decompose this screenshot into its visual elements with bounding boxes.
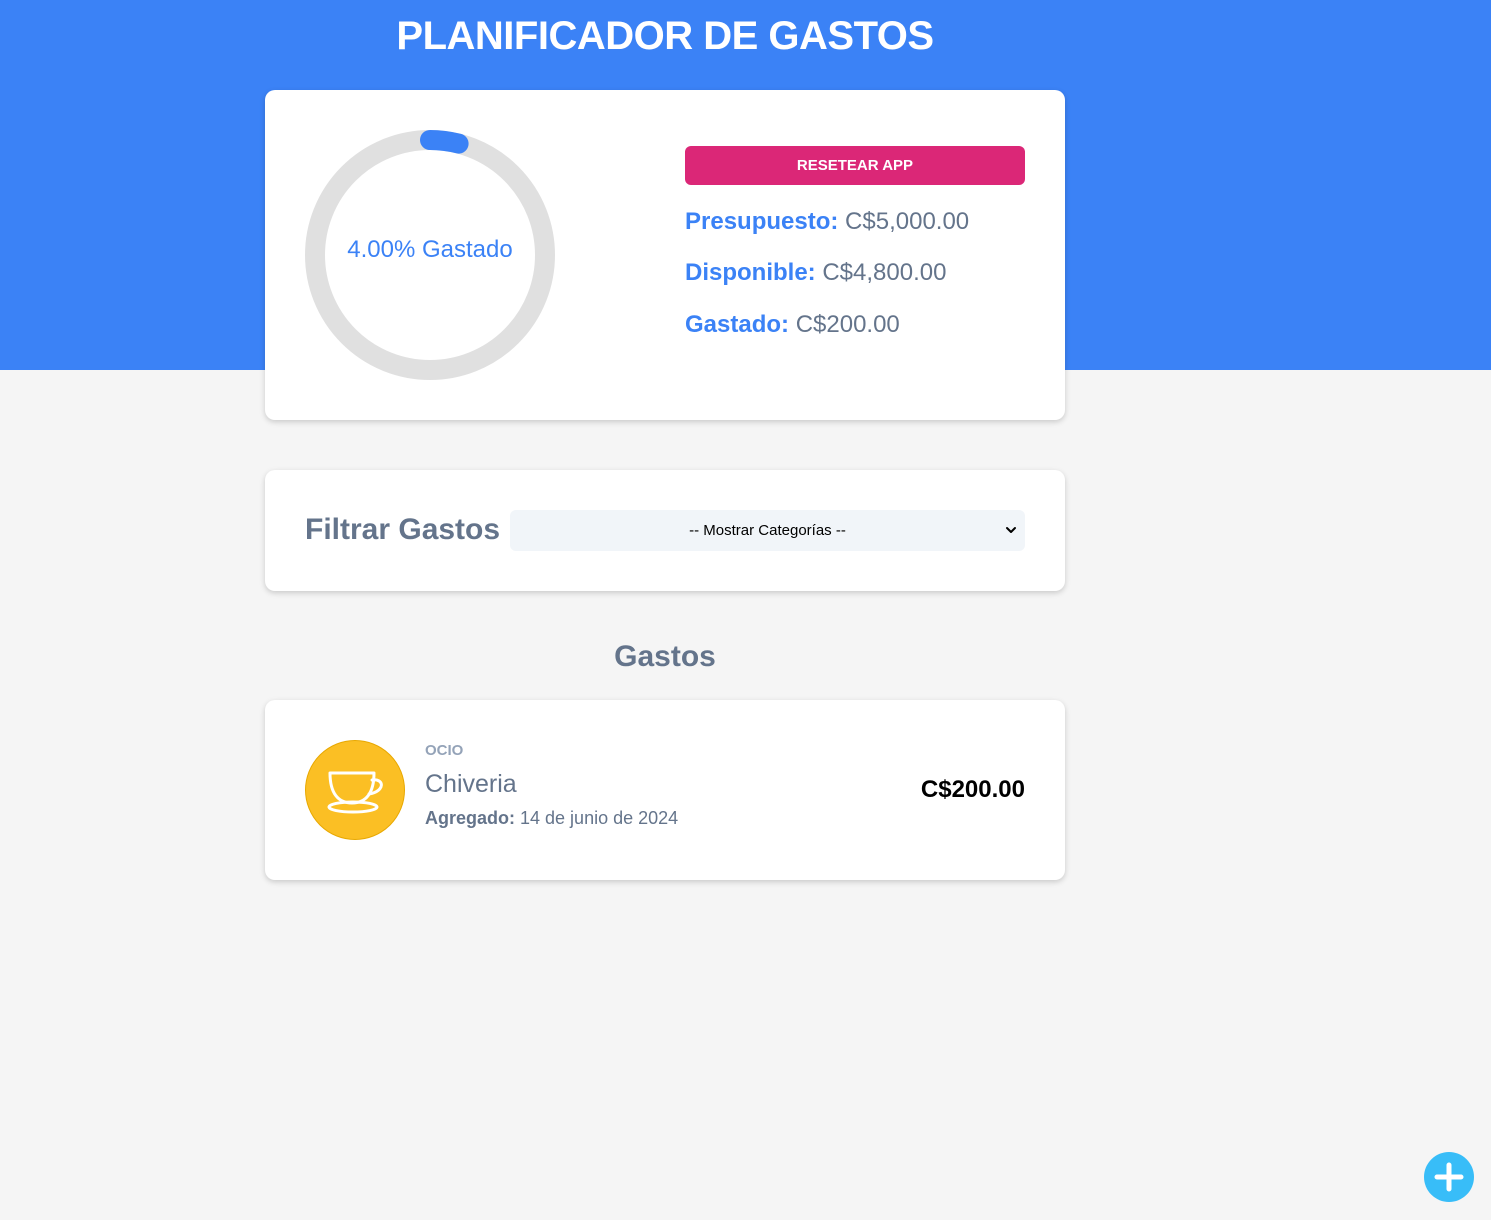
add-expense-button[interactable] [1424, 1152, 1474, 1202]
expense-date: Agregado: 14 de junio de 2024 [425, 808, 678, 829]
available-stat: Disponible: C$4,800.00 [685, 259, 946, 287]
category-filter-select[interactable]: -- Mostrar Categorías -- [510, 510, 1025, 551]
available-stat-label: Disponible: [685, 259, 816, 286]
expense-category: OCIO [425, 742, 464, 759]
budget-progress-circle: 4.00% Gastado [305, 130, 555, 380]
app-title: PLANIFICADOR DE GASTOS [396, 14, 934, 58]
expense-date-label: Agregado: [425, 808, 515, 828]
expense-amount: C$200.00 [920, 776, 1025, 803]
category-filter-selected: -- Mostrar Categorías -- [689, 522, 846, 539]
budget-card: 4.00% Gastado RESETEAR APP Presupuesto: … [265, 90, 1065, 420]
category-badge [305, 740, 405, 840]
expense-date-value: 14 de junio de 2024 [520, 808, 679, 828]
spent-stat-value: C$200.00 [795, 311, 900, 338]
filter-label: Filtrar Gastos [305, 513, 501, 546]
budget-stat-label: Presupuesto: [685, 208, 839, 235]
filter-card: Filtrar Gastos -- Mostrar Categorías -- [265, 470, 1065, 591]
budget-stat-value: C$5,000.00 [845, 208, 970, 235]
spent-stat-label: Gastado: [685, 311, 790, 338]
budget-stat: Presupuesto: C$5,000.00 [685, 208, 969, 236]
expense-item[interactable]: OCIO Chiveria Agregado: 14 de junio de 2… [265, 700, 1065, 880]
spent-stat: Gastado: C$200.00 [685, 311, 900, 339]
chevron-down-icon [1005, 523, 1017, 540]
reset-app-button[interactable]: RESETEAR APP [685, 146, 1025, 185]
cup-icon [327, 771, 383, 814]
expense-name: Chiveria [425, 770, 517, 798]
plus-icon [1434, 1162, 1464, 1192]
available-stat-value: C$4,800.00 [822, 259, 947, 286]
expenses-title: Gastos [614, 640, 716, 673]
progress-label: 4.00% Gastado [347, 236, 513, 263]
